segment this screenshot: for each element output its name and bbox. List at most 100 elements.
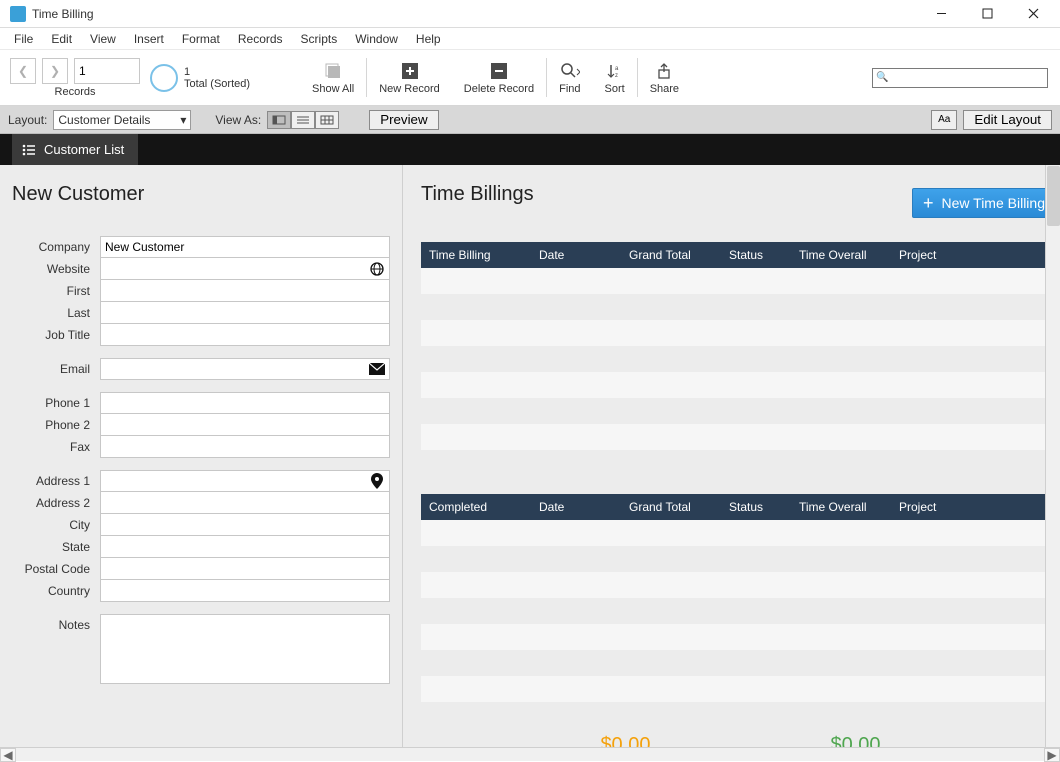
pie-icon: [150, 64, 178, 92]
last-input[interactable]: [105, 306, 385, 320]
find-button[interactable]: Find: [547, 50, 592, 105]
delete-record-button[interactable]: Delete Record: [452, 50, 546, 105]
last-field[interactable]: [100, 302, 390, 324]
jobtitle-field[interactable]: [100, 324, 390, 346]
horizontal-scrollbar[interactable]: ◀ ▶: [0, 747, 1060, 761]
company-field[interactable]: [100, 236, 390, 258]
minimize-button[interactable]: [918, 0, 964, 28]
prev-record-button[interactable]: ❮: [10, 58, 36, 84]
phone1-field[interactable]: [100, 392, 390, 414]
sort-button[interactable]: az Sort: [593, 50, 637, 105]
table-row[interactable]: [421, 268, 1060, 294]
table-row[interactable]: [421, 520, 1060, 546]
table-row[interactable]: [421, 546, 1060, 572]
table-row[interactable]: [421, 424, 1060, 450]
menu-format[interactable]: Format: [174, 30, 228, 48]
scroll-right-button[interactable]: ▶: [1044, 748, 1060, 762]
table-row[interactable]: [421, 624, 1060, 650]
table-row[interactable]: [421, 398, 1060, 424]
view-table-button[interactable]: [315, 111, 339, 129]
text-format-button[interactable]: Aa: [931, 110, 957, 130]
total-text: Total (Sorted): [184, 78, 250, 90]
menu-file[interactable]: File: [6, 30, 41, 48]
plus-box-icon: [400, 61, 420, 81]
country-input[interactable]: [105, 584, 385, 598]
menu-edit[interactable]: Edit: [43, 30, 80, 48]
new-time-billing-button[interactable]: + New Time Billing: [912, 188, 1060, 218]
app-icon: [10, 6, 26, 22]
menu-help[interactable]: Help: [408, 30, 449, 48]
state-field[interactable]: [100, 536, 390, 558]
website-input[interactable]: [105, 262, 368, 276]
email-input[interactable]: [105, 362, 368, 376]
jobtitle-input[interactable]: [105, 328, 385, 342]
fax-input[interactable]: [105, 440, 385, 454]
search-small-icon: 🔍: [876, 72, 888, 83]
table-row[interactable]: [421, 320, 1060, 346]
customer-list-crumb[interactable]: Customer List: [12, 134, 138, 165]
th-completed: Completed: [421, 500, 531, 514]
globe-icon[interactable]: [368, 262, 385, 276]
phone2-field[interactable]: [100, 414, 390, 436]
state-input[interactable]: [105, 540, 385, 554]
table-row[interactable]: [421, 650, 1060, 676]
share-icon: [654, 61, 674, 81]
record-number-field[interactable]: [74, 58, 140, 84]
notes-field[interactable]: [100, 614, 390, 684]
scroll-thumb[interactable]: [1047, 166, 1060, 226]
first-label: First: [12, 284, 100, 298]
postal-input[interactable]: [105, 562, 385, 576]
menu-window[interactable]: Window: [347, 30, 406, 48]
menu-view[interactable]: View: [82, 30, 124, 48]
show-all-button[interactable]: Show All: [300, 50, 366, 105]
fax-label: Fax: [12, 440, 100, 454]
new-record-button[interactable]: New Record: [367, 50, 452, 105]
maximize-button[interactable]: [964, 0, 1010, 28]
address1-field[interactable]: [100, 470, 390, 492]
table-row[interactable]: [421, 598, 1060, 624]
vertical-scrollbar[interactable]: [1045, 165, 1060, 747]
menu-scripts[interactable]: Scripts: [293, 30, 346, 48]
total-complete: $0.00: [831, 734, 881, 747]
phone2-input[interactable]: [105, 418, 385, 432]
layout-select[interactable]: Customer Details ▾: [53, 110, 191, 130]
postal-field[interactable]: [100, 558, 390, 580]
scroll-left-button[interactable]: ◀: [0, 748, 16, 762]
table-row[interactable]: [421, 676, 1060, 702]
table-row[interactable]: [421, 702, 1060, 728]
search-icon: [560, 61, 580, 81]
view-form-button[interactable]: [267, 111, 291, 129]
fax-field[interactable]: [100, 436, 390, 458]
menu-insert[interactable]: Insert: [126, 30, 172, 48]
table-row[interactable]: [421, 572, 1060, 598]
edit-layout-button[interactable]: Edit Layout: [963, 110, 1052, 130]
city-field[interactable]: [100, 514, 390, 536]
country-field[interactable]: [100, 580, 390, 602]
company-input[interactable]: [105, 240, 385, 254]
search-field[interactable]: 🔍: [872, 68, 1048, 88]
first-field[interactable]: [100, 280, 390, 302]
email-field[interactable]: [100, 358, 390, 380]
address2-field[interactable]: [100, 492, 390, 514]
table-row[interactable]: [421, 294, 1060, 320]
table-row[interactable]: [421, 346, 1060, 372]
record-number-input[interactable]: [79, 64, 135, 78]
city-input[interactable]: [105, 518, 385, 532]
menu-records[interactable]: Records: [230, 30, 291, 48]
envelope-icon[interactable]: [368, 363, 385, 375]
website-field[interactable]: [100, 258, 390, 280]
search-input[interactable]: [890, 72, 1044, 84]
phone1-input[interactable]: [105, 396, 385, 410]
next-record-button[interactable]: ❯: [42, 58, 68, 84]
preview-button[interactable]: Preview: [369, 110, 438, 130]
view-list-button[interactable]: [291, 111, 315, 129]
phone1-label: Phone 1: [12, 396, 100, 410]
map-pin-icon[interactable]: [368, 473, 385, 489]
share-button[interactable]: Share: [638, 50, 691, 105]
address1-input[interactable]: [105, 474, 368, 488]
close-button[interactable]: [1010, 0, 1056, 28]
table-row[interactable]: [421, 372, 1060, 398]
first-input[interactable]: [105, 284, 385, 298]
phone2-label: Phone 2: [12, 418, 100, 432]
address2-input[interactable]: [105, 496, 385, 510]
